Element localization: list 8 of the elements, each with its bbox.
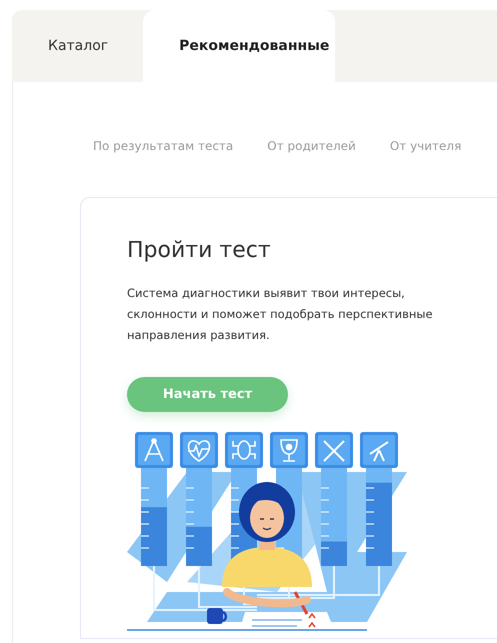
tab[interactable]: Рекомендованные	[143, 10, 336, 82]
filter-tab[interactable]: По результатам теста	[93, 139, 234, 153]
filter-tab[interactable]: От учителя	[390, 139, 462, 153]
start-test-button[interactable]: Начать тест	[127, 377, 288, 412]
filter-tab[interactable]: От родителей	[267, 139, 356, 153]
card-description: Система диагностики выявит твои интересы, склонности и поможет подобрать перспективные направления развития.	[127, 285, 434, 344]
tab[interactable]: Каталог	[12, 10, 144, 82]
card-title: Пройти тест	[127, 238, 272, 263]
